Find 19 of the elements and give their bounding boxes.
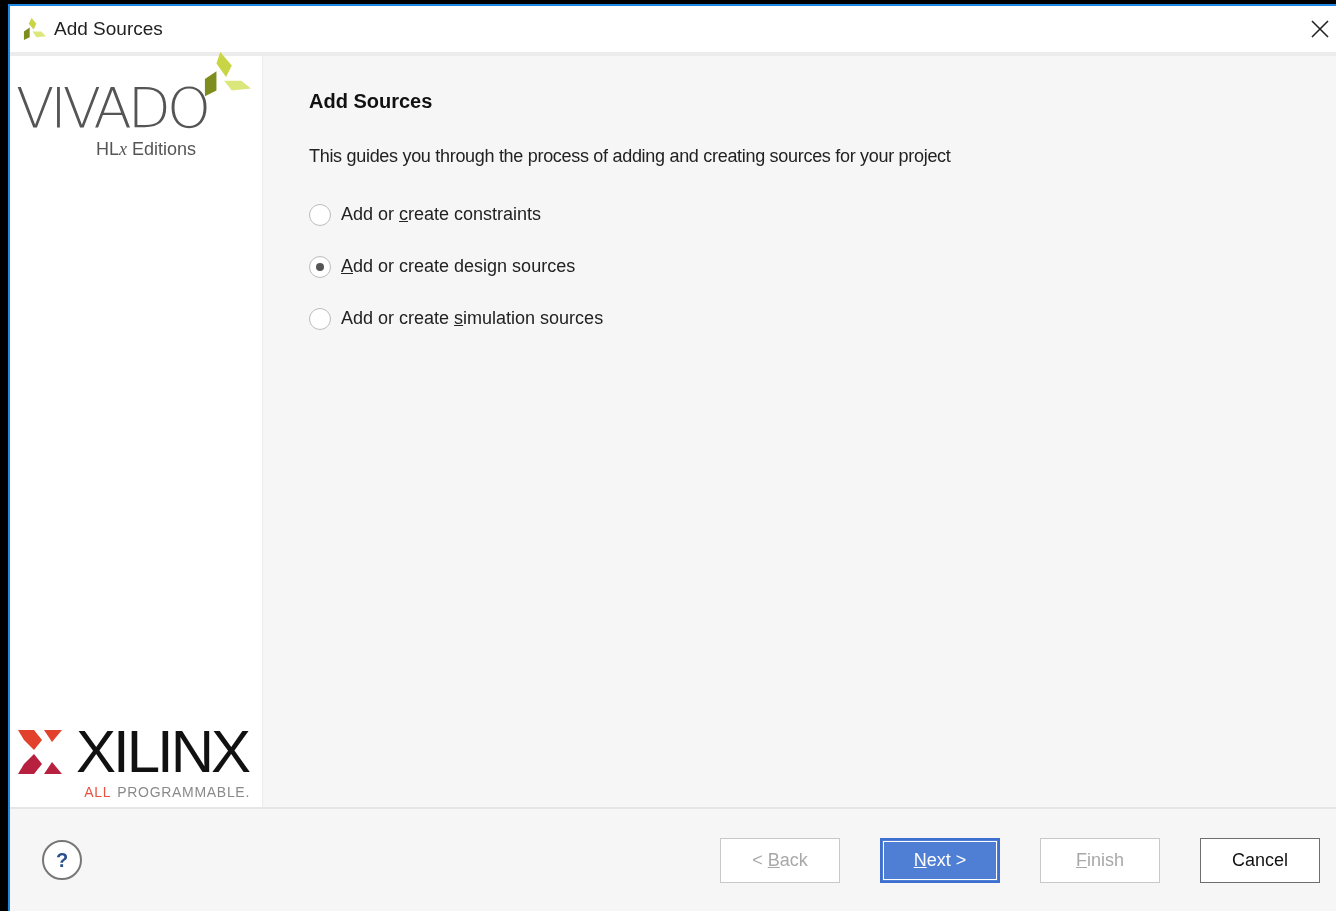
help-button[interactable]: ? bbox=[42, 840, 82, 880]
vivado-wordmark: VIVADO bbox=[16, 80, 208, 136]
radio-button[interactable] bbox=[309, 203, 331, 226]
page-heading: Add Sources bbox=[309, 89, 434, 114]
radio-button[interactable] bbox=[309, 307, 331, 330]
radio-option[interactable]: Add or create simulation sources bbox=[309, 305, 604, 332]
description: This guides you through the process of adding and creating sources for your project bbox=[309, 145, 952, 168]
tagline-accent: ALL bbox=[84, 783, 112, 802]
radio-button[interactable] bbox=[309, 255, 331, 278]
xilinx-wordmark: XILINX bbox=[76, 722, 249, 782]
wizard-button[interactable]: Cancel bbox=[1200, 837, 1320, 883]
radio-option[interactable]: Add or create design sources bbox=[309, 253, 576, 280]
edition-label: HLx Editions bbox=[96, 138, 198, 161]
wizard-button[interactable]: Next > bbox=[880, 837, 1000, 883]
tagline: PROGRAMMABLE. bbox=[117, 783, 250, 802]
xilinx-logo-icon bbox=[16, 728, 64, 776]
window-title: Add Sources bbox=[54, 16, 163, 41]
radio-option[interactable]: Add or create constraints bbox=[309, 201, 542, 228]
app-icon bbox=[22, 17, 46, 41]
